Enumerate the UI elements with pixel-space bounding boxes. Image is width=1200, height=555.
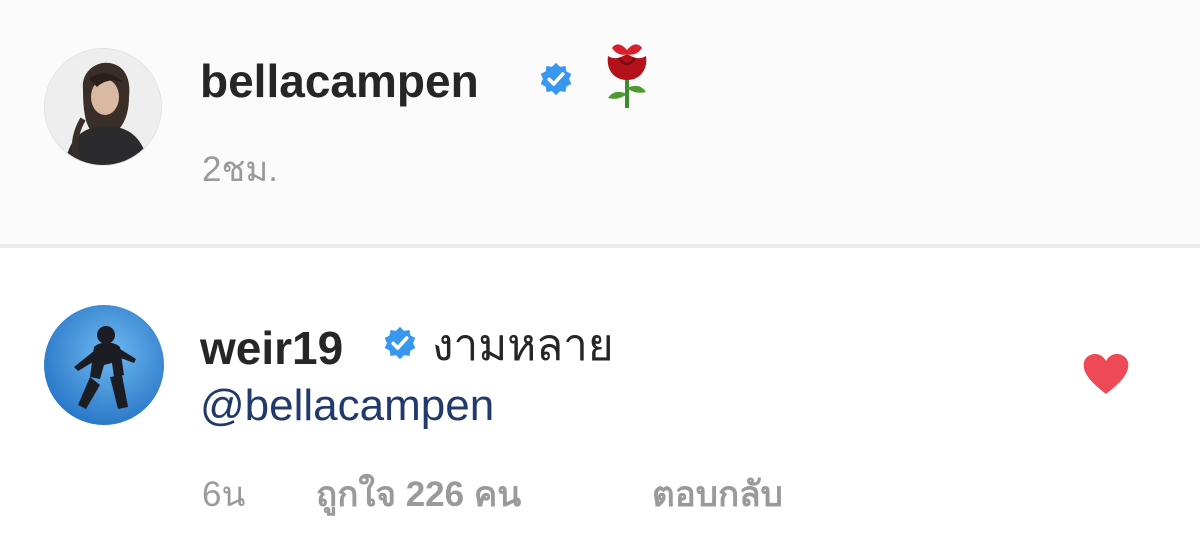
heart-icon[interactable] xyxy=(1082,354,1130,396)
divider xyxy=(0,244,1200,248)
comment-username[interactable]: weir19 xyxy=(200,325,343,371)
comment-text: งามหลาย xyxy=(432,321,614,370)
post-timestamp: 2ชม. xyxy=(202,150,279,189)
avatar[interactable] xyxy=(44,305,164,425)
rose-icon xyxy=(607,44,647,108)
verified-badge-icon xyxy=(540,62,572,96)
reply-button[interactable]: ตอบกลับ xyxy=(652,477,783,512)
verified-badge-icon xyxy=(384,326,416,360)
comment-timestamp: 6น xyxy=(202,475,246,514)
avatar[interactable] xyxy=(44,48,162,166)
mention-link[interactable]: @bellacampen xyxy=(200,384,494,428)
post-header xyxy=(0,0,1200,244)
likes-count-link[interactable]: ถูกใจ 226 คน xyxy=(316,477,521,512)
post-username[interactable]: bellacampen xyxy=(200,58,479,104)
